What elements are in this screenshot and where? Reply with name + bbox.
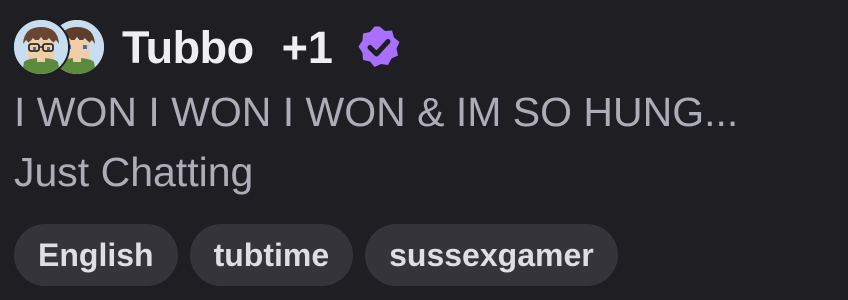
- stream-card[interactable]: Tubbo +1 I WON I WON I WON & IM SO HUNG.…: [0, 0, 848, 300]
- avatar-group[interactable]: [12, 18, 106, 76]
- tag-tubtime[interactable]: tubtime: [189, 224, 354, 286]
- stream-category[interactable]: Just Chatting: [14, 146, 253, 198]
- channel-name[interactable]: Tubbo: [122, 25, 254, 70]
- stream-title[interactable]: I WON I WON I WON & IM SO HUNG...: [14, 86, 848, 138]
- tag-english[interactable]: English: [14, 224, 178, 286]
- channel-header: Tubbo +1: [12, 18, 401, 76]
- avatar[interactable]: [12, 18, 70, 76]
- verified-badge-icon: [358, 26, 400, 67]
- avatar-icon: [14, 20, 68, 74]
- additional-streamers-count[interactable]: +1: [282, 25, 333, 70]
- tag-list: English tubtime sussexgamer: [14, 224, 618, 286]
- tag-sussexgamer[interactable]: sussexgamer: [365, 224, 618, 286]
